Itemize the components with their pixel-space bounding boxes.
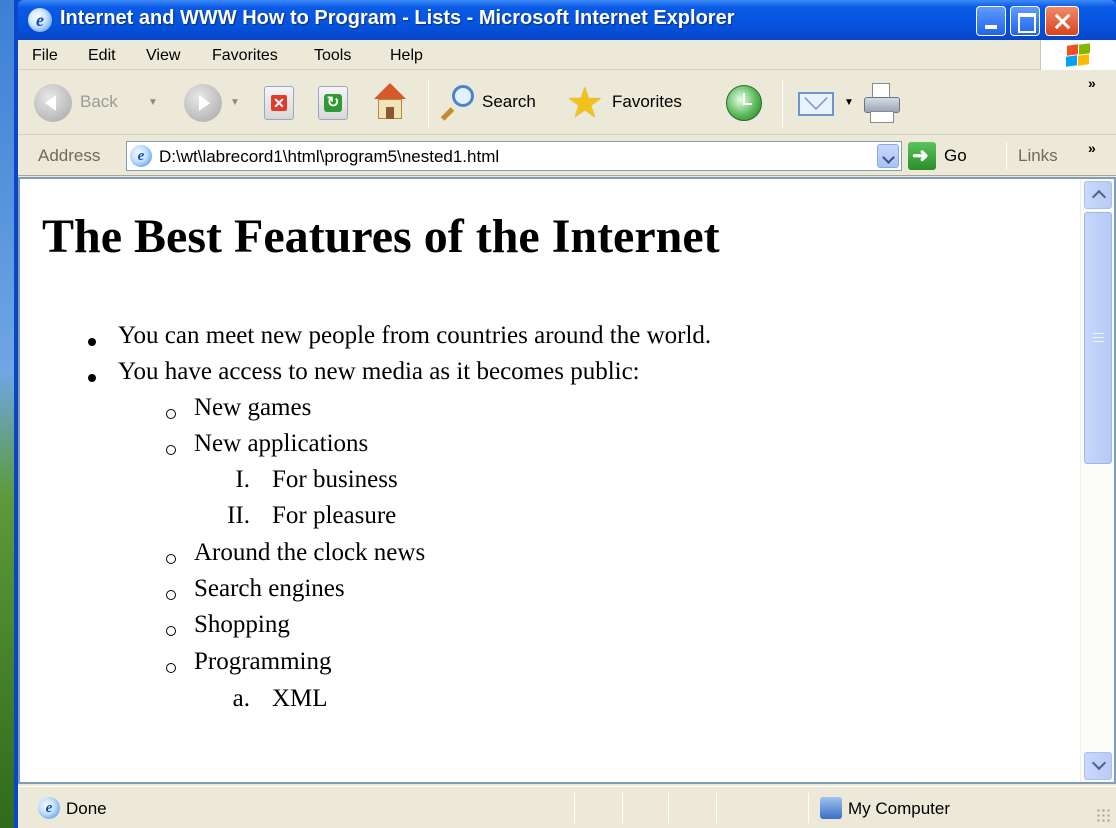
links-overflow-chevron[interactable]: » bbox=[1088, 140, 1096, 156]
list-marker: a. bbox=[232, 685, 250, 712]
toolbar-overflow-chevron[interactable]: » bbox=[1088, 75, 1096, 91]
favorites-star-icon[interactable]: ★ bbox=[566, 81, 610, 125]
search-button-label[interactable]: Search bbox=[482, 92, 536, 112]
forward-dropdown-icon[interactable]: ▼ bbox=[230, 97, 240, 108]
mail-dropdown-icon[interactable]: ▼ bbox=[844, 97, 854, 108]
list-item: You can meet new people from countries a… bbox=[118, 322, 712, 349]
menu-favorites[interactable]: Favorites bbox=[212, 47, 278, 65]
back-button-label[interactable]: Back bbox=[80, 92, 118, 112]
home-icon[interactable] bbox=[370, 83, 410, 123]
list-item: Around the clock news bbox=[194, 539, 426, 566]
ie-logo-icon[interactable]: e bbox=[28, 8, 52, 32]
scroll-down-icon[interactable] bbox=[1084, 752, 1112, 780]
list-marker: II. bbox=[227, 502, 250, 529]
links-label[interactable]: Links bbox=[1018, 146, 1058, 166]
list-item: For business bbox=[272, 466, 398, 493]
list-bullet bbox=[166, 663, 176, 673]
links-separator bbox=[1006, 142, 1007, 170]
web-page: The Best Features of the Internet You ca… bbox=[20, 179, 1060, 782]
go-button-label[interactable]: Go bbox=[944, 146, 967, 166]
stop-icon[interactable]: ✕ bbox=[264, 86, 294, 120]
status-pane-divider bbox=[574, 793, 575, 823]
content-viewport: The Best Features of the Internet You ca… bbox=[18, 177, 1116, 784]
address-value[interactable]: D:\wt\labrecord1\html\program5\nested1.h… bbox=[159, 147, 499, 167]
page-icon[interactable]: e bbox=[130, 145, 152, 167]
favorites-button-label[interactable]: Favorites bbox=[612, 92, 682, 112]
list-item: Shopping bbox=[194, 611, 290, 638]
history-icon[interactable] bbox=[726, 85, 762, 121]
list-item: New games bbox=[194, 394, 312, 421]
list-item: Programming bbox=[194, 648, 332, 675]
menu-edit[interactable]: Edit bbox=[88, 47, 116, 65]
list-item: For pleasure bbox=[272, 502, 397, 529]
menu-bar: File Edit View Favorites Tools Help bbox=[18, 40, 1116, 70]
scroll-up-icon[interactable] bbox=[1084, 181, 1112, 209]
address-dropdown-icon[interactable] bbox=[877, 144, 899, 168]
windows-logo-icon bbox=[1040, 40, 1116, 70]
window-title: Internet and WWW How to Program - Lists … bbox=[60, 7, 735, 29]
menu-tools[interactable]: Tools bbox=[314, 47, 351, 65]
back-arrow-icon[interactable] bbox=[34, 84, 72, 122]
minimize-button[interactable] bbox=[976, 6, 1006, 36]
list-bullet bbox=[166, 626, 176, 636]
status-pane-divider bbox=[808, 793, 809, 823]
refresh-icon[interactable]: ↻ bbox=[318, 86, 348, 120]
toolbar-separator bbox=[428, 79, 429, 127]
status-pane-divider bbox=[622, 793, 623, 823]
list-bullet bbox=[88, 374, 96, 382]
address-input[interactable]: e D:\wt\labrecord1\html\program5\nested1… bbox=[126, 141, 902, 171]
list-marker: I. bbox=[235, 466, 250, 493]
my-computer-icon bbox=[820, 797, 842, 819]
menu-help[interactable]: Help bbox=[390, 47, 423, 65]
page-status-icon: e bbox=[38, 797, 60, 819]
toolbar-separator bbox=[782, 79, 783, 127]
page-heading: The Best Features of the Internet bbox=[42, 210, 720, 263]
status-bar: e Done My Computer bbox=[18, 786, 1116, 828]
print-icon[interactable] bbox=[862, 83, 902, 125]
vertical-scrollbar[interactable] bbox=[1080, 179, 1114, 782]
scrollbar-grip-icon bbox=[1093, 333, 1104, 342]
mail-icon[interactable] bbox=[798, 86, 838, 118]
status-pane-divider bbox=[668, 793, 669, 823]
status-text: Done bbox=[66, 799, 107, 818]
forward-arrow-icon[interactable] bbox=[184, 84, 222, 122]
list-bullet bbox=[166, 590, 176, 600]
back-dropdown-icon[interactable]: ▼ bbox=[148, 97, 158, 108]
search-icon[interactable] bbox=[440, 85, 476, 121]
go-arrow-icon[interactable] bbox=[908, 142, 936, 170]
window-client: File Edit View Favorites Tools Help Back… bbox=[18, 40, 1116, 828]
title-bar[interactable]: e Internet and WWW How to Program - List… bbox=[18, 0, 1116, 40]
resize-grip-icon[interactable] bbox=[1096, 808, 1112, 824]
security-zone-label: My Computer bbox=[848, 799, 951, 818]
scrollbar-thumb[interactable] bbox=[1084, 212, 1112, 464]
browser-window: e Internet and WWW How to Program - List… bbox=[14, 0, 1116, 828]
address-label: Address bbox=[38, 146, 101, 165]
list-bullet bbox=[166, 409, 176, 419]
close-button[interactable] bbox=[1045, 6, 1079, 36]
maximize-button[interactable] bbox=[1010, 6, 1040, 36]
list-item: XML bbox=[272, 685, 328, 712]
list-item: Search engines bbox=[194, 575, 345, 602]
list-bullet bbox=[166, 554, 176, 564]
list-bullet bbox=[88, 338, 96, 346]
menu-view[interactable]: View bbox=[146, 47, 180, 65]
address-bar: Address e D:\wt\labrecord1\html\program5… bbox=[18, 136, 1116, 176]
menu-file[interactable]: File bbox=[32, 47, 58, 65]
status-pane-divider bbox=[716, 793, 717, 823]
list-bullet bbox=[166, 445, 176, 455]
list-item: New applications bbox=[194, 430, 369, 457]
standard-toolbar: Back ▼ ▼ ✕ ↻ Search ★ Favorites ▼ » bbox=[18, 71, 1116, 135]
list-item: You have access to new media as it becom… bbox=[118, 358, 640, 385]
